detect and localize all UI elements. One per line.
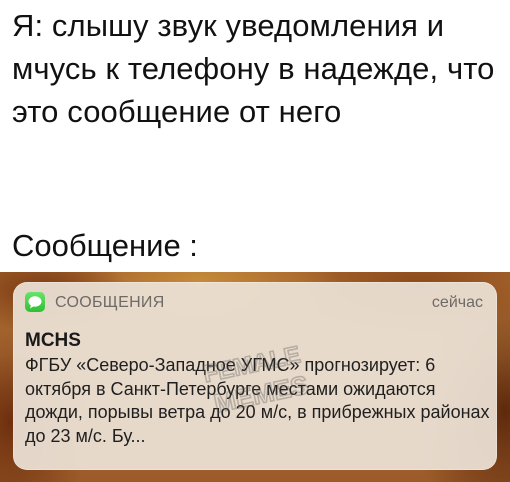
app-name: СООБЩЕНИЯ xyxy=(55,294,165,311)
notification-sender: MCHS xyxy=(25,330,81,351)
caption-top: Я: слышу звук уведомления и мчусь к теле… xyxy=(12,8,495,129)
notification-body: ФГБУ «Северо-Западное УГМС» прогнозирует… xyxy=(25,355,490,446)
caption-bottom: Сообщение : xyxy=(12,228,198,263)
notification-banner[interactable]: СООБЩЕНИЯ сейчас MCHS ФГБУ «Северо-Запад… xyxy=(13,282,497,470)
notification-header: СООБЩЕНИЯ сейчас xyxy=(13,282,497,322)
speech-bubble-icon xyxy=(25,292,45,312)
notification-timestamp: сейчас xyxy=(431,294,483,311)
